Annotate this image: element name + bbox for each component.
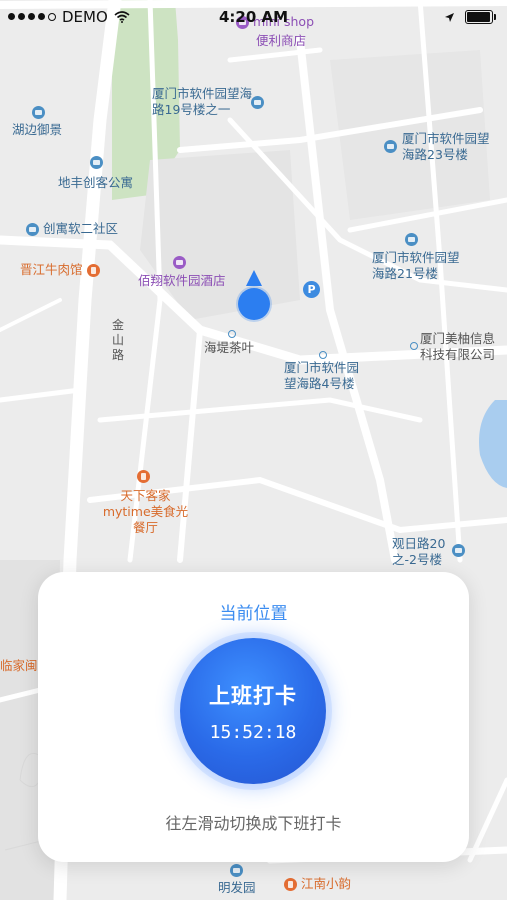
clock-in-time: 15:52:18	[209, 721, 297, 743]
poi-label: 佰翔软件园酒店	[138, 273, 226, 288]
poi-label: 湖边御景	[12, 122, 63, 137]
poi-chuangyu-community[interactable]: 创寓软二社区	[26, 221, 118, 237]
poi-label: 便利商店	[256, 33, 307, 48]
parking-icon[interactable]: P	[303, 281, 320, 298]
poi-building-19[interactable]: 厦门市软件园望海路19号楼之一	[152, 86, 262, 118]
clock-in-label: 上班打卡	[209, 683, 297, 708]
poi-convenience-store[interactable]: 便利商店	[256, 33, 306, 49]
poi-jiangnan-xiaoyun[interactable]: 江南小韵	[284, 876, 351, 892]
poi-label: 明发园	[218, 880, 256, 895]
poi-guanri-road[interactable]: 观日路20之-2号楼	[392, 536, 450, 568]
poi-jinjiang-beef[interactable]: 晋江牛肉馆	[20, 262, 100, 278]
poi-label: 海堤茶叶	[204, 340, 255, 355]
carrier-name: DEMO	[62, 8, 108, 26]
building-icon	[26, 223, 39, 236]
poi-building-23[interactable]: 厦门市软件园望海路23号楼	[402, 131, 494, 163]
location-arrow-icon	[445, 12, 454, 22]
poi-mingfa-garden[interactable]: 明发园	[218, 880, 256, 896]
status-time: 4:20 AM	[218, 8, 289, 26]
poi-label: 地丰创客公寓	[58, 175, 134, 190]
poi-linjiamin[interactable]: 临家闽	[0, 658, 38, 674]
building-icon	[251, 96, 264, 109]
restaurant-icon	[86, 264, 100, 277]
poi-hubian-yujing[interactable]: 湖边御景	[12, 122, 62, 138]
hotel-icon	[173, 256, 186, 269]
building-icon	[90, 156, 103, 169]
poi-dot-icon	[228, 330, 236, 338]
building-icon	[384, 140, 397, 153]
current-location-title[interactable]: 当前位置	[38, 599, 469, 624]
building-icon	[405, 233, 418, 246]
heading-arrow-icon	[246, 270, 262, 286]
poi-tianxia-hakka[interactable]: 天下客家mytime美食光餐厅	[98, 488, 193, 536]
building-icon	[32, 106, 45, 119]
poi-meiyou-tech[interactable]: 厦门美柚信息科技有限公司	[420, 331, 502, 363]
restaurant-icon	[284, 878, 297, 891]
status-right	[444, 10, 507, 24]
battery-icon	[465, 10, 496, 24]
poi-label: 创寓软二社区	[42, 221, 118, 236]
poi-haidi-tea[interactable]: 海堤茶叶	[204, 340, 254, 356]
status-bar: DEMO 4:20 AM	[0, 0, 507, 34]
poi-label: 江南小韵	[300, 876, 351, 891]
restaurant-icon	[137, 470, 150, 483]
status-left: DEMO	[0, 8, 130, 26]
poi-label: 观日路20之-2号楼	[392, 536, 446, 567]
building-icon	[230, 864, 243, 877]
poi-label: 天下客家mytime美食光餐厅	[102, 488, 189, 535]
poi-dot-icon	[410, 342, 418, 350]
poi-label: 厦门市软件园望海路19号楼之一	[152, 86, 253, 117]
poi-label: 厦门市软件园望海路21号楼	[372, 250, 460, 281]
battery-fill	[467, 12, 490, 22]
poi-label: 临家闽	[0, 658, 38, 673]
swipe-hint: 往左滑动切换成下班打卡	[165, 814, 342, 833]
poi-dot-icon	[319, 351, 327, 359]
poi-label: 厦门美柚信息科技有限公司	[420, 331, 496, 362]
poi-difeng-apartment[interactable]: 地丰创客公寓	[58, 175, 133, 191]
poi-label: 厦门市软件园望海路4号楼	[284, 360, 360, 391]
wifi-icon	[114, 11, 130, 23]
poi-label: 晋江牛肉馆	[20, 262, 83, 277]
road-label-jinshan: 金山路	[112, 318, 125, 362]
building-icon	[452, 544, 465, 557]
poi-baixiang-hotel[interactable]: 佰翔软件园酒店	[138, 273, 226, 289]
poi-label: 厦门市软件园望海路23号楼	[402, 131, 490, 162]
current-location-marker	[238, 288, 270, 320]
poi-building-4[interactable]: 厦门市软件园望海路4号楼	[284, 360, 368, 392]
signal-strength-icon	[8, 13, 56, 21]
poi-building-21[interactable]: 厦门市软件园望海路21号楼	[372, 250, 464, 282]
clock-in-card[interactable]: 当前位置 上班打卡 15:52:18 往左滑动切换成下班打卡	[38, 572, 469, 862]
clock-in-button[interactable]: 上班打卡 15:52:18	[180, 638, 326, 784]
